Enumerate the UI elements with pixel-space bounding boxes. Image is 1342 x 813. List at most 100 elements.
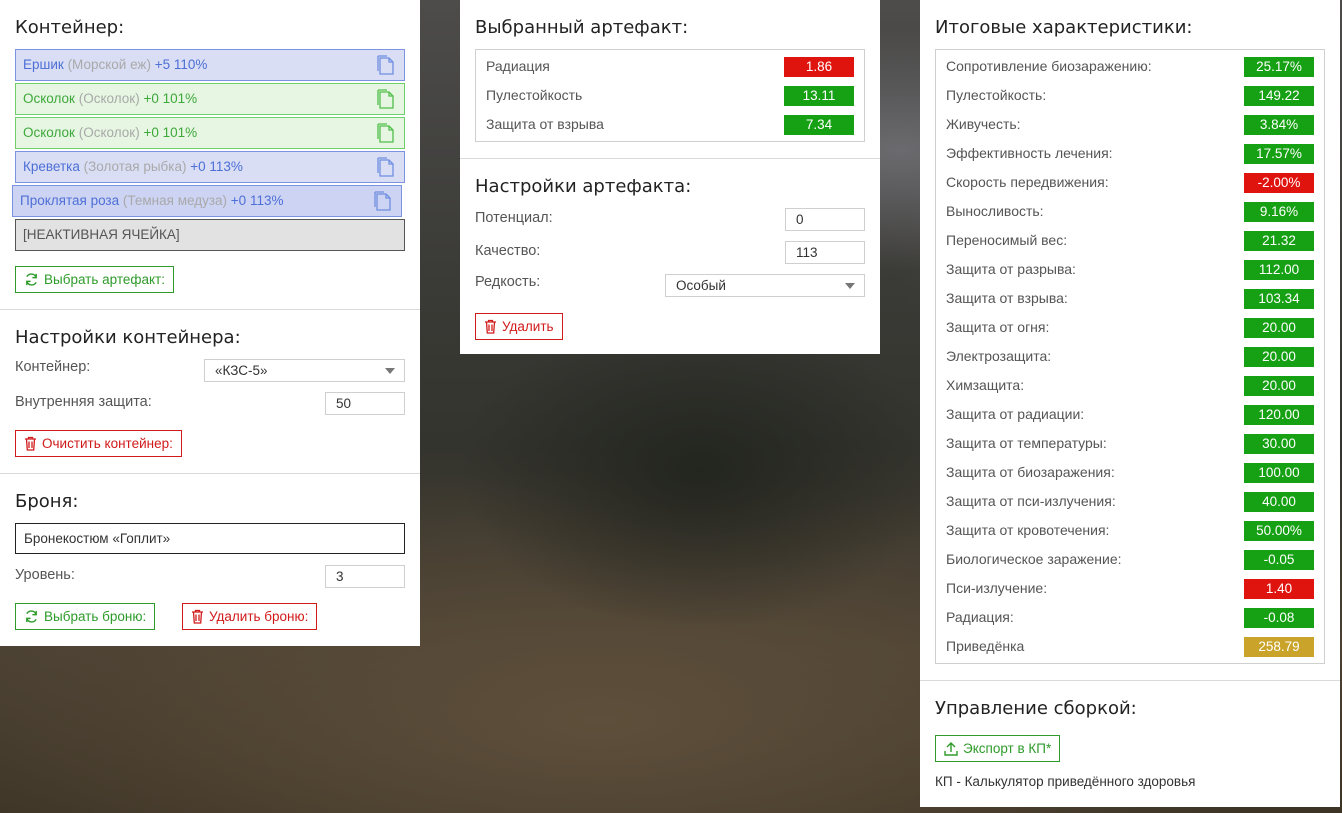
stat-value: 120.00 xyxy=(1244,405,1314,425)
stat-value: -0.05 xyxy=(1244,550,1314,570)
delete-artifact-label: Удалить xyxy=(502,319,554,334)
stat-label: Защита от взрыва: xyxy=(946,290,1068,306)
slot-artifact-name: Осколок xyxy=(23,125,75,140)
chevron-down-icon xyxy=(845,283,855,289)
clear-container-button[interactable]: Очистить контейнер: xyxy=(15,430,182,457)
slot-artifact-type: (Морской еж) xyxy=(67,57,151,72)
stat-value: 258.79 xyxy=(1244,637,1314,657)
delete-armor-label: Удалить броню: xyxy=(209,609,309,624)
stat-label: Химзащита: xyxy=(946,377,1025,393)
rarity-select-value: Особый xyxy=(676,278,726,293)
internal-protection-label: Внутренняя защита: xyxy=(15,394,152,410)
selected-artifact-title: Выбранный артефакт: xyxy=(475,17,689,38)
internal-protection-input[interactable]: 50 xyxy=(325,392,405,415)
artifact-stat-row: Защита от взрыва 7.34 xyxy=(476,111,864,140)
container-settings-title: Настройки контейнера: xyxy=(15,327,241,348)
stat-label: Живучесть: xyxy=(946,116,1021,132)
stat-value: 20.00 xyxy=(1244,347,1314,367)
armor-title: Броня: xyxy=(15,491,79,512)
copy-icon[interactable] xyxy=(377,89,396,110)
delete-artifact-button[interactable]: Удалить xyxy=(475,313,563,340)
slot-artifact-level: +0 101% xyxy=(143,125,198,140)
stat-value: 20.00 xyxy=(1244,376,1314,396)
quality-label: Качество: xyxy=(475,243,541,259)
slot-artifact-name: Ершик xyxy=(23,57,64,72)
copy-icon[interactable] xyxy=(374,191,393,212)
container-slot-5-selected[interactable]: Проклятая роза (Темная медуза) +0 113% xyxy=(12,185,402,217)
copy-icon[interactable] xyxy=(377,123,396,144)
stat-value: 1.40 xyxy=(1244,579,1314,599)
stat-label: Защита от огня: xyxy=(946,319,1050,335)
stat-label: Защита от кровотечения: xyxy=(946,522,1110,538)
delete-armor-button[interactable]: Удалить броню: xyxy=(182,603,318,630)
footnote: КП - Калькулятор приведённого здоровья xyxy=(935,774,1196,789)
container-slot-3[interactable]: Осколок (Осколок) +0 101% xyxy=(15,117,405,149)
slot-artifact-type: (Золотая рыбка) xyxy=(83,159,187,174)
totals-stat-row: Защита от пси-излучения: 40.00 xyxy=(936,488,1324,517)
totals-stat-row: Защита от температуры: 30.00 xyxy=(936,430,1324,459)
container-select[interactable]: «КЗС-5» xyxy=(204,359,405,382)
trash-icon xyxy=(485,319,496,334)
stat-value: 3.84% xyxy=(1244,115,1314,135)
container-slot-4[interactable]: Креветка (Золотая рыбка) +0 113% xyxy=(15,151,405,183)
totals-stat-row: Защита от взрыва: 103.34 xyxy=(936,285,1324,314)
stat-label: Выносливость: xyxy=(946,203,1044,219)
stat-value: 25.17% xyxy=(1244,57,1314,77)
slot-artifact-type: (Темная медуза) xyxy=(122,193,228,208)
container-slot-2[interactable]: Осколок (Осколок) +0 101% xyxy=(15,83,405,115)
selected-artifact-stats: Радиация 1.86 Пулестойкость 13.11 Защита… xyxy=(475,49,865,142)
copy-icon[interactable] xyxy=(377,157,396,178)
totals-stat-row: Скорость передвижения: -2.00% xyxy=(936,169,1324,198)
totals-stat-row: Защита от кровотечения: 50.00% xyxy=(936,517,1324,546)
select-artifact-button[interactable]: Выбрать артефакт: xyxy=(15,266,174,293)
totals-stat-row: Пулестойкость: 149.22 xyxy=(936,82,1324,111)
refresh-icon xyxy=(26,273,37,286)
quality-input[interactable]: 113 xyxy=(785,241,865,264)
select-armor-button[interactable]: Выбрать броню: xyxy=(15,603,156,630)
slot-artifact-level: +5 110% xyxy=(154,57,208,72)
container-slot-1[interactable]: Ершик (Морской еж) +5 110% xyxy=(15,49,405,81)
container-title: Контейнер: xyxy=(15,17,125,38)
totals-stat-row: Защита от радиации: 120.00 xyxy=(936,401,1324,430)
copy-icon[interactable] xyxy=(377,55,396,76)
stat-label: Приведёнка xyxy=(946,638,1025,654)
totals-stat-row: Живучесть: 3.84% xyxy=(936,111,1324,140)
slot-artifact-level: +0 101% xyxy=(143,91,198,106)
stat-value: 9.16% xyxy=(1244,202,1314,222)
armor-level-input[interactable]: 3 xyxy=(325,565,405,588)
totals-stat-row: Электрозащита: 20.00 xyxy=(936,343,1324,372)
stat-value: 21.32 xyxy=(1244,231,1314,251)
stat-value: 112.00 xyxy=(1244,260,1314,280)
totals-stat-row: Защита от огня: 20.00 xyxy=(936,314,1324,343)
slot-artifact-level: +0 113% xyxy=(230,193,284,208)
totals-stat-row: Защита от разрыва: 112.00 xyxy=(936,256,1324,285)
totals-stat-row: Химзащита: 20.00 xyxy=(936,372,1324,401)
artifact-settings-title: Настройки артефакта: xyxy=(475,176,692,197)
select-armor-label: Выбрать броню: xyxy=(44,609,147,624)
divider xyxy=(0,309,420,310)
upload-icon xyxy=(944,742,958,756)
slot-artifact-type: (Осколок) xyxy=(78,125,140,140)
divider xyxy=(0,473,420,474)
potential-label: Потенциал: xyxy=(475,210,553,226)
export-label: Экспорт в КП* xyxy=(963,741,1052,756)
stat-label: Пулестойкость: xyxy=(946,87,1047,103)
rarity-label: Редкость: xyxy=(475,274,541,290)
export-button[interactable]: Экспорт в КП* xyxy=(935,735,1061,762)
stat-label: Скорость передвижения: xyxy=(946,174,1109,190)
armor-level-label: Уровень: xyxy=(15,567,75,583)
stat-label: Электрозащита: xyxy=(946,348,1052,364)
inactive-slot-label: [НЕАКТИВНАЯ ЯЧЕЙКА] xyxy=(23,227,180,242)
stat-value: 20.00 xyxy=(1244,318,1314,338)
slot-artifact-name: Осколок xyxy=(23,91,75,106)
rarity-select[interactable]: Особый xyxy=(665,274,865,297)
potential-input[interactable]: 0 xyxy=(785,208,865,231)
trash-icon xyxy=(25,436,36,451)
stat-label: Радиация: xyxy=(946,609,1014,625)
totals-stat-row: Сопротивление биозаражению: 25.17% xyxy=(936,53,1324,82)
trash-icon xyxy=(192,609,203,624)
chevron-down-icon xyxy=(385,368,395,374)
armor-name-field[interactable]: Бронекостюм «Гоплит» xyxy=(15,523,405,554)
container-select-value: «КЗС-5» xyxy=(215,363,268,378)
totals-stat-row: Радиация: -0.08 xyxy=(936,604,1324,633)
